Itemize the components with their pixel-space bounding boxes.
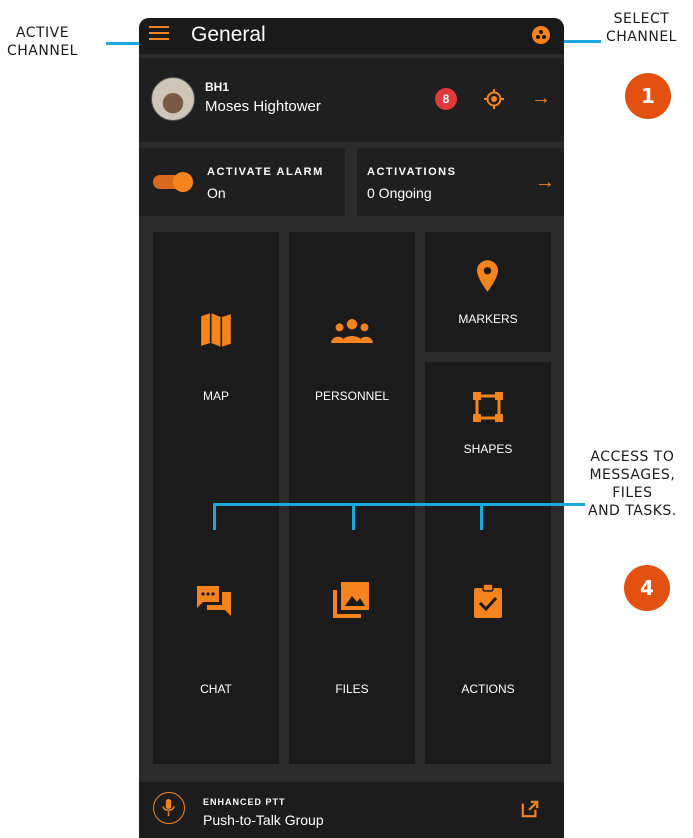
tile-shapes[interactable]: SHAPES [425,362,551,474]
activations-panel[interactable]: ACTIVATIONS 0 Ongoing → [357,148,564,216]
annotation-active-channel: ACTIVE CHANNEL [7,25,78,59]
personnel-icon [331,319,373,343]
tile-chat-label: CHAT [200,682,232,696]
user-name: Moses Hightower [205,98,321,115]
tile-actions-label: ACTIONS [461,682,515,696]
annotation-line-access [213,503,585,506]
avatar [151,77,195,121]
annotation-drop-actions [480,503,483,530]
tile-chat[interactable]: CHAT [153,474,279,764]
user-callsign: BH1 [205,80,230,94]
alarm-value: On [207,185,226,201]
map-icon [201,313,231,347]
menu-icon[interactable] [149,26,169,44]
phone-screen: General BH1 Moses Hightower 8 → ACTIVATE… [139,18,564,838]
tile-personnel-label: PERSONNEL [314,389,390,403]
top-app-bar: General [139,18,564,54]
chat-icon [197,586,231,616]
arrow-right-icon[interactable]: → [531,88,551,108]
annotation-drop-files [352,503,355,530]
active-channel-title[interactable]: General [191,21,266,49]
channel-select-icon[interactable] [532,26,550,44]
activate-alarm-panel[interactable]: ACTIVATE ALARM On [139,148,345,216]
activations-value: 0 Ongoing [367,185,432,201]
microphone-icon[interactable] [153,792,185,824]
alarm-label: ACTIVATE ALARM [207,166,324,178]
tile-files-label: FILES [335,682,369,696]
user-card[interactable]: BH1 Moses Hightower 8 → [139,58,564,142]
clipboard-check-icon [474,584,502,618]
ptt-value: Push-to-Talk Group [203,812,324,828]
locate-icon[interactable] [484,89,504,109]
medal-icon[interactable]: 8 [435,88,457,110]
tile-map-label: MAP [202,389,229,403]
annotation-access: ACCESS TO MESSAGES, FILES AND TASKS. [588,449,677,519]
tile-personnel[interactable]: PERSONNEL [289,232,415,474]
tile-markers-label: MARKERS [458,312,518,326]
step-badge-1: 1 [625,73,671,119]
step-badge-4: 4 [624,565,670,611]
alarm-toggle[interactable] [153,172,193,192]
open-external-icon[interactable] [521,800,539,818]
tile-shapes-label: SHAPES [463,442,513,456]
annotation-drop-chat [213,503,216,530]
tile-actions[interactable]: ACTIONS [425,474,551,764]
shapes-icon [473,392,503,422]
files-icon [333,582,369,618]
annotation-select-channel: SELECT CHANNEL [606,11,677,45]
marker-icon [477,260,498,292]
activations-label: ACTIVATIONS [367,166,457,178]
enhanced-ptt-bar[interactable]: ENHANCED PTT Push-to-Talk Group [139,782,564,838]
tile-markers[interactable]: MARKERS [425,232,551,352]
ptt-label: ENHANCED PTT [203,797,286,807]
tile-map[interactable]: MAP [153,232,279,474]
arrow-right-icon[interactable]: → [535,172,555,192]
